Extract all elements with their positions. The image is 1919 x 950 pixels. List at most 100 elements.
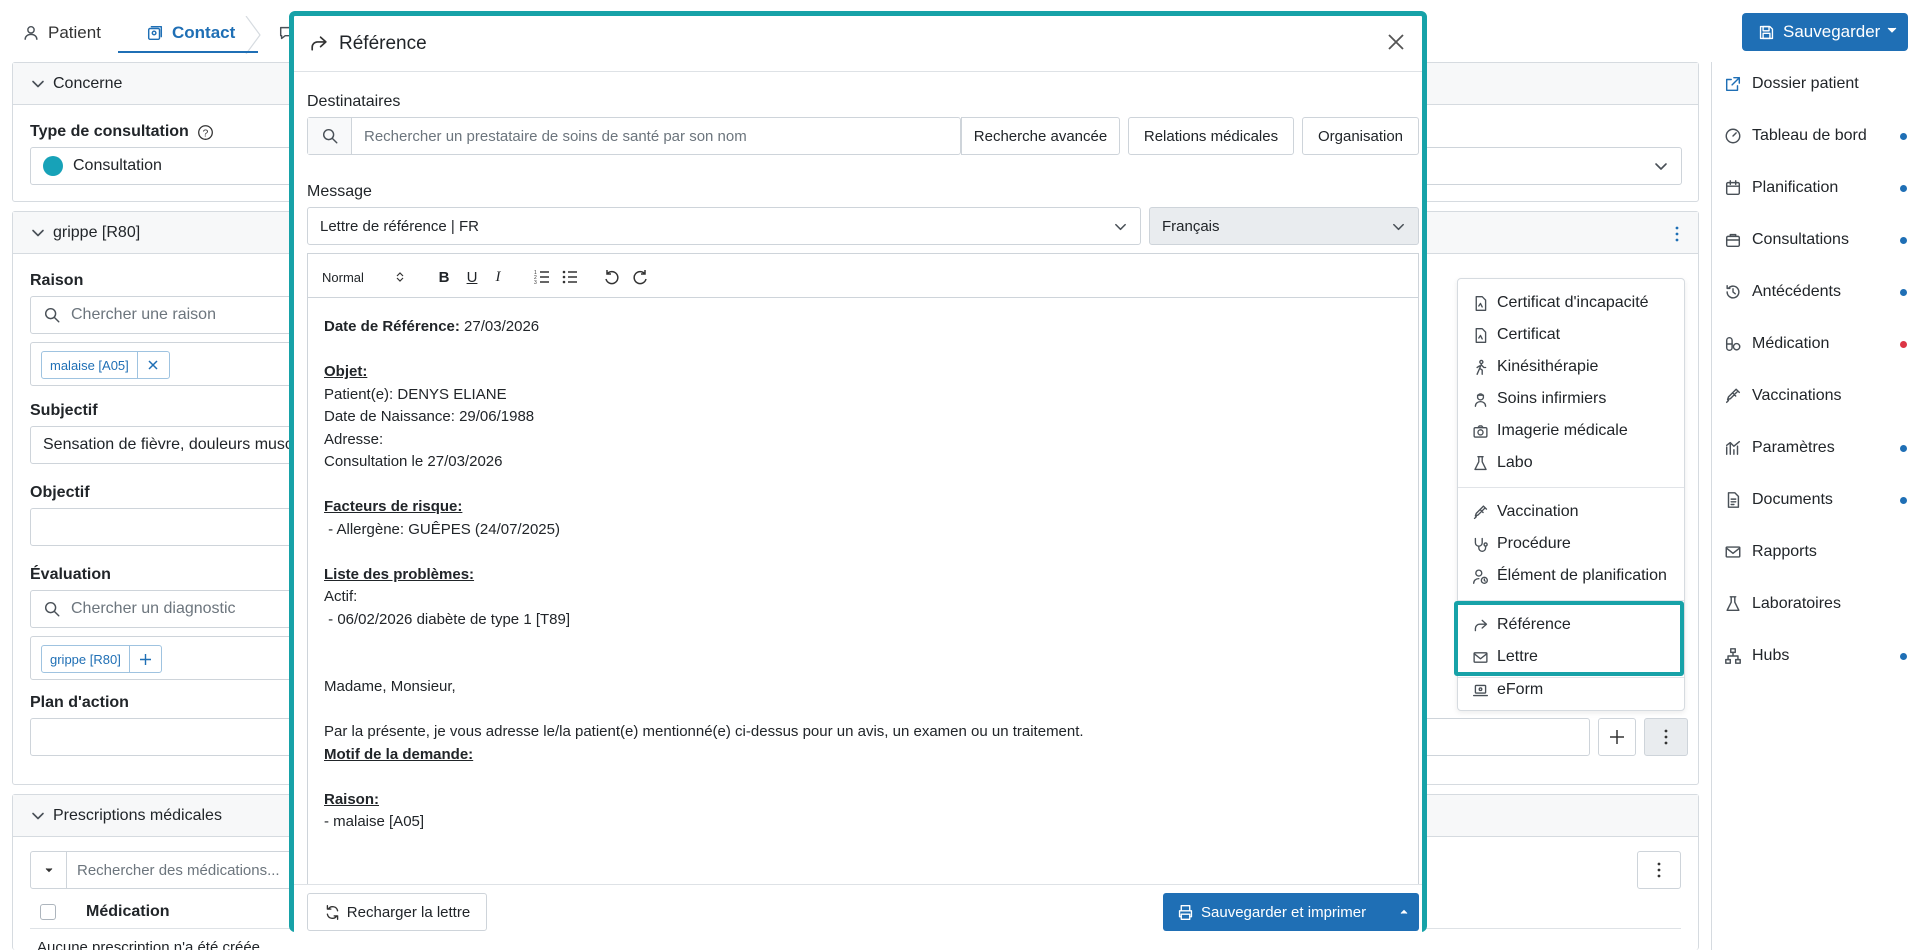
sidebar-item-medication[interactable]: Médication <box>1724 329 1829 359</box>
sidebar-item-antecedents[interactable]: Antécédents <box>1724 277 1841 307</box>
contact-icon <box>147 25 163 41</box>
plan-more-button[interactable] <box>1644 718 1688 756</box>
pill-icon <box>1725 336 1741 352</box>
caret-down-icon[interactable] <box>1886 24 1898 36</box>
redo-button[interactable] <box>629 266 651 288</box>
walking-icon <box>1476 359 1487 375</box>
advanced-search-button[interactable]: Recherche avancée <box>961 117 1120 155</box>
organisation-button[interactable]: Organisation <box>1302 117 1419 155</box>
menu-item-element-planification[interactable]: Élément de planification <box>1472 562 1667 590</box>
briefcase-icon <box>1725 233 1741 248</box>
sidebar-item-tableau-de-bord[interactable]: Tableau de bord <box>1724 121 1867 151</box>
floppy-disk-icon <box>1759 25 1774 39</box>
help-icon[interactable]: ? <box>197 124 214 141</box>
letter-empty-line <box>324 474 1410 497</box>
undo-icon <box>605 270 619 285</box>
close-icon[interactable] <box>1386 32 1406 52</box>
medical-relations-button[interactable]: Relations médicales <box>1128 117 1294 155</box>
bold-button[interactable]: B <box>433 266 455 288</box>
objectif-input[interactable] <box>30 508 330 546</box>
ordered-list-button[interactable]: 123 <box>531 266 553 288</box>
letter-objet-heading: Objet: <box>324 363 368 380</box>
svg-text:3: 3 <box>534 280 537 286</box>
menu-item-kinesitherapie[interactable]: Kinésithérapie <box>1472 353 1598 381</box>
reload-letter-button[interactable]: Recharger la lettre <box>307 893 487 931</box>
sidebar-item-documents[interactable]: Documents <box>1724 485 1833 515</box>
reference-modal: Référence Destinataires Rechercher un pr… <box>289 11 1427 932</box>
provider-search[interactable]: Rechercher un prestataire de soins de sa… <box>307 117 961 155</box>
diagnostic-chip: grippe [R80] <box>41 645 162 673</box>
document-icon <box>1727 492 1740 508</box>
sidebar-item-parametres[interactable]: Paramètres <box>1724 433 1835 463</box>
menu-item-certificat-incapacite[interactable]: Certificat d'incapacité <box>1472 289 1649 317</box>
sidebar-item-label: Tableau de bord <box>1752 127 1867 144</box>
chevron-down-icon <box>32 229 44 236</box>
sidebar-item-vaccinations[interactable]: Vaccinations <box>1724 381 1842 411</box>
italic-button[interactable]: I <box>487 266 509 288</box>
menu-item-certificat[interactable]: Certificat <box>1472 321 1560 349</box>
file-icon <box>1475 327 1487 343</box>
close-icon <box>148 360 158 370</box>
modal-footer: Recharger la lettre Sauvegarder et impri… <box>294 884 1422 932</box>
menu-item-vaccination[interactable]: Vaccination <box>1472 498 1579 526</box>
menu-item-labo[interactable]: Labo <box>1472 449 1533 477</box>
laptop-icon <box>1473 684 1488 696</box>
raison-chip-label: malaise [A05] <box>50 357 129 373</box>
sidebar-item-label: Paramètres <box>1752 439 1835 456</box>
sidebar-item-label: Hubs <box>1752 647 1790 664</box>
diagnostic-search-input[interactable]: Chercher un diagnostic <box>30 590 330 628</box>
language-select[interactable]: Français <box>1149 207 1419 245</box>
letter-risk-line: - Allergène: GUÊPES (24/07/2025) <box>324 520 560 538</box>
letter-content[interactable]: Date de Référence: 27/03/2026 Objet: Pat… <box>308 308 1410 884</box>
tab-contact-label: Contact <box>172 23 236 42</box>
template-select[interactable]: Lettre de référence | FR <box>307 207 1141 245</box>
sidebar-item-planification[interactable]: Planification <box>1724 173 1838 203</box>
diagnostic-chip-container: grippe [R80] <box>30 636 330 680</box>
medication-badge <box>1900 341 1907 348</box>
consultation-color-dot <box>43 156 63 176</box>
menu-item-imagerie-medicale[interactable]: Imagerie médicale <box>1472 417 1628 445</box>
letter-empty-line <box>324 766 1410 789</box>
plus-icon <box>1610 730 1624 744</box>
evaluation-label: Évaluation <box>30 566 111 583</box>
sidebar-item-consultations[interactable]: Consultations <box>1724 225 1849 255</box>
sidebar-item-hubs[interactable]: Hubs <box>1724 641 1789 671</box>
add-plan-button[interactable] <box>1598 718 1636 756</box>
menu-item-label: Labo <box>1497 454 1533 471</box>
menu-item-eform[interactable]: eForm <box>1472 676 1543 704</box>
prescriptions-more-button[interactable] <box>1637 851 1681 889</box>
caret-up-icon <box>1400 909 1408 914</box>
menu-item-soins-infirmiers[interactable]: Soins infirmiers <box>1472 385 1606 413</box>
format-select[interactable]: Normal <box>322 266 410 288</box>
sidebar-item-label: Rapports <box>1752 543 1817 560</box>
medication-search[interactable]: Rechercher des médications... <box>30 851 310 889</box>
save-print-dropdown[interactable] <box>1389 893 1419 931</box>
underline-button[interactable]: U <box>461 266 483 288</box>
sidebar-item-laboratoires[interactable]: Laboratoires <box>1724 589 1841 619</box>
sidebar-item-dossier-patient[interactable]: Dossier patient <box>1724 69 1859 99</box>
letter-date-value: 27/03/2026 <box>459 318 540 335</box>
add-diagnostic-button[interactable] <box>128 646 161 672</box>
menu-item-label: Soins infirmiers <box>1497 390 1607 407</box>
raison-search-input[interactable]: Chercher une raison <box>30 296 330 334</box>
stethoscope-icon <box>1474 537 1488 552</box>
subjectif-input[interactable]: Sensation de fièvre, douleurs musc <box>30 426 330 464</box>
letter-empty-line <box>324 699 1410 722</box>
undo-button[interactable] <box>601 266 623 288</box>
advanced-search-label: Recherche avancée <box>973 127 1108 145</box>
flask-icon <box>1474 455 1487 470</box>
medication-filter-dropdown[interactable] <box>31 852 67 888</box>
search-icon <box>44 601 60 617</box>
sidebar-item-rapports[interactable]: Rapports <box>1724 537 1817 567</box>
tab-contact[interactable]: Contact <box>146 14 235 52</box>
save-print-button[interactable]: Sauvegarder et imprimer <box>1163 893 1419 931</box>
remove-chip-button[interactable] <box>136 352 169 378</box>
bullet-list-button[interactable] <box>559 266 581 288</box>
problem-kebab-icon[interactable] <box>1674 226 1680 242</box>
tab-patient[interactable]: Patient <box>22 14 101 52</box>
nurse-icon <box>1474 392 1487 407</box>
antecedents-badge <box>1900 289 1907 296</box>
save-button[interactable]: Sauvegarder <box>1742 13 1908 51</box>
menu-item-procedure[interactable]: Procédure <box>1472 530 1571 558</box>
select-all-checkbox[interactable] <box>40 903 56 920</box>
